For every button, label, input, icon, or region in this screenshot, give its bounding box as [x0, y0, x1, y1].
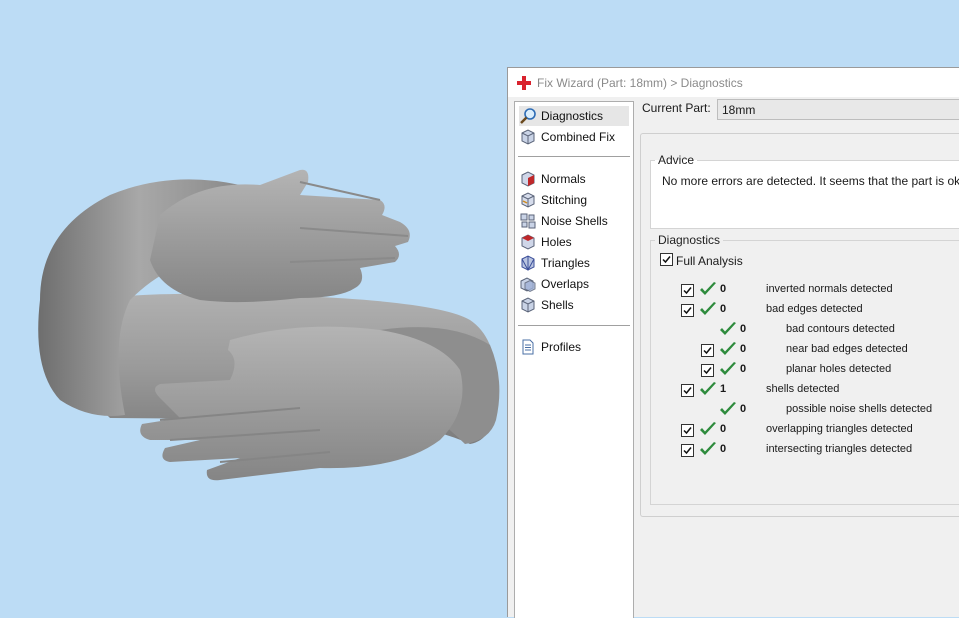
shells-icon	[519, 296, 537, 314]
nav-item-profiles[interactable]: Profiles	[519, 337, 629, 357]
stitching-cube-icon	[519, 191, 537, 209]
row-checkbox[interactable]	[681, 424, 694, 437]
nav-label: Shells	[541, 298, 574, 312]
row-checkbox[interactable]	[681, 384, 694, 397]
noise-shells-icon	[519, 212, 537, 230]
row-checkbox[interactable]	[701, 364, 714, 377]
nav-item-shells[interactable]: Shells	[519, 295, 629, 315]
nav-label: Holes	[541, 235, 572, 249]
row-checkbox[interactable]	[701, 344, 714, 357]
nav-item-normals[interactable]: Normals	[519, 169, 629, 189]
title-bar[interactable]: Fix Wizard (Part: 18mm) > Diagnostics	[508, 68, 959, 97]
nav-label: Combined Fix	[541, 130, 616, 144]
nav-item-overlaps[interactable]: Overlaps	[519, 274, 629, 294]
netfabb-cross-icon	[517, 75, 531, 90]
nav-label: Triangles	[541, 256, 590, 270]
overlaps-icon	[519, 275, 537, 293]
holes-cube-icon	[519, 233, 537, 251]
nav-item-combined-fix[interactable]: Combined Fix	[519, 127, 629, 147]
nav-item-triangles[interactable]: Triangles	[519, 253, 629, 273]
nav-separator	[518, 156, 630, 157]
nav-item-noise-shells[interactable]: Noise Shells	[519, 211, 629, 231]
triangles-icon	[519, 254, 537, 272]
nav-label: Stitching	[541, 193, 588, 207]
wizard-nav-list[interactable]: Diagnostics Combined Fix Normals Stitchi…	[514, 101, 634, 618]
full-analysis-checkbox[interactable]	[660, 253, 673, 266]
nav-label: Normals	[541, 172, 586, 186]
row-checkbox[interactable]	[681, 304, 694, 317]
nav-label: Noise Shells	[541, 214, 608, 228]
row-checkbox[interactable]	[681, 284, 694, 297]
nav-item-stitching[interactable]: Stitching	[519, 190, 629, 210]
row-checkbox[interactable]	[681, 444, 694, 457]
nav-item-holes[interactable]: Holes	[519, 232, 629, 252]
current-part-field[interactable]: 18mm	[717, 99, 959, 120]
window-title: Fix Wizard (Part: 18mm) > Diagnostics	[537, 75, 743, 90]
nav-label: Overlaps	[541, 277, 590, 291]
nav-separator	[518, 325, 630, 326]
hands-model[interactable]	[0, 0, 520, 520]
nav-label: Profiles	[541, 340, 582, 354]
normals-cube-icon	[519, 170, 537, 188]
nav-item-diagnostics[interactable]: Diagnostics	[519, 106, 629, 126]
fix-wizard-window[interactable]: Fix Wizard (Part: 18mm) > Diagnostics Di…	[507, 67, 959, 618]
magnifier-icon	[519, 107, 537, 125]
document-icon	[519, 338, 537, 356]
nav-label: Diagnostics	[541, 109, 604, 123]
cube-icon	[519, 128, 537, 146]
